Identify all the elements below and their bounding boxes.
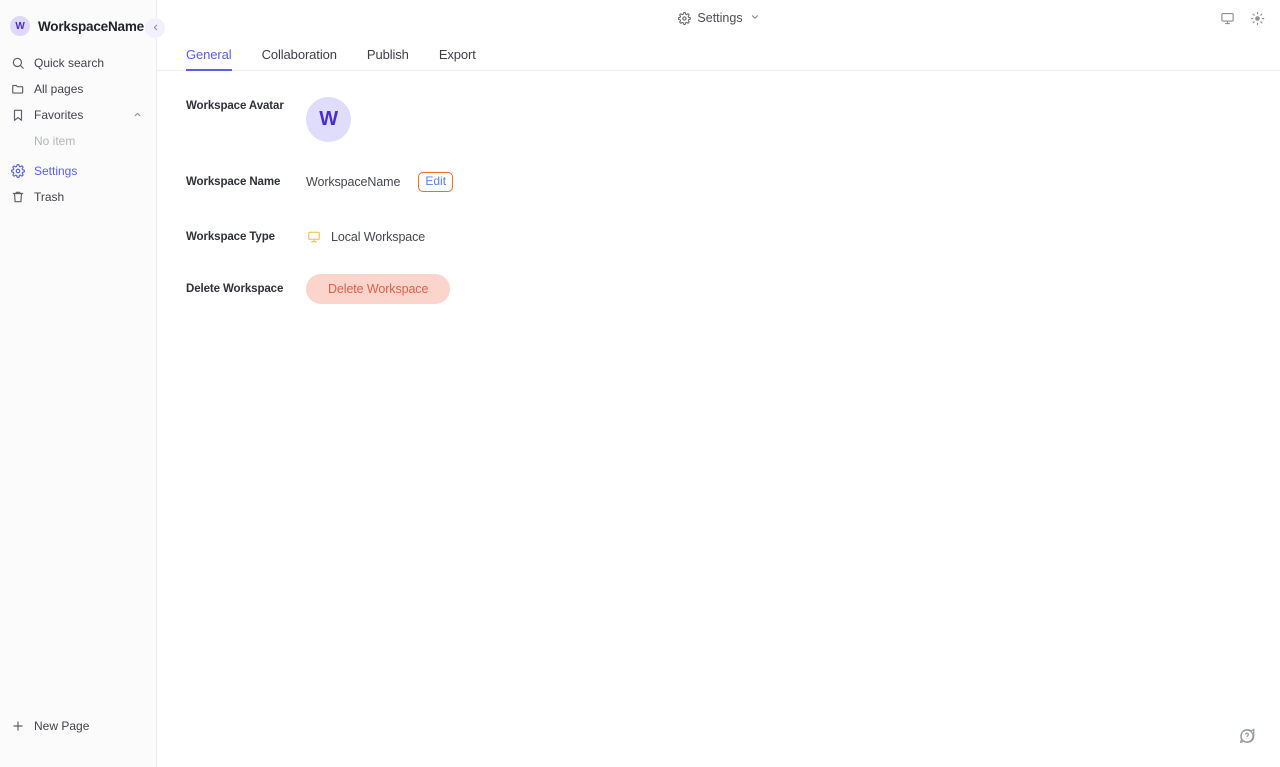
workspace-switcher[interactable]: W WorkspaceName bbox=[0, 0, 156, 48]
sidebar-nav: Quick search All pages Favorites No item bbox=[0, 48, 156, 210]
sidebar-item-quick-search[interactable]: Quick search bbox=[0, 50, 156, 76]
workspace-name-row: Workspace Name WorkspaceName Edit bbox=[157, 168, 1280, 196]
sidebar-collapse-button[interactable] bbox=[145, 18, 165, 38]
sidebar-item-label: Settings bbox=[34, 164, 78, 178]
workspace-type-text: Local Workspace bbox=[331, 230, 426, 244]
help-bubble-icon bbox=[1238, 727, 1256, 750]
app-root: W WorkspaceName Quick search All pages F… bbox=[0, 0, 1280, 767]
favorites-empty-state: No item bbox=[34, 134, 76, 148]
tab-publish[interactable]: Publish bbox=[367, 47, 409, 70]
tab-collaboration[interactable]: Collaboration bbox=[262, 47, 337, 70]
sidebar: W WorkspaceName Quick search All pages F… bbox=[0, 0, 165, 767]
sidebar-item-favorites[interactable]: Favorites bbox=[0, 102, 156, 128]
sidebar-item-label: All pages bbox=[34, 82, 84, 96]
topbar-actions bbox=[1218, 9, 1266, 27]
sidebar-item-trash[interactable]: Trash bbox=[0, 184, 156, 210]
gear-icon bbox=[677, 11, 691, 25]
workspace-type-row: Workspace Type Local Workspace bbox=[157, 223, 1280, 251]
folder-icon bbox=[10, 82, 25, 97]
sidebar-item-label: Trash bbox=[34, 190, 65, 204]
display-icon[interactable] bbox=[1218, 9, 1236, 27]
sidebar-item-label: Favorites bbox=[34, 108, 84, 122]
gear-icon bbox=[10, 164, 25, 179]
sidebar-footer: New Page bbox=[0, 713, 156, 767]
workspace-avatar-row: Workspace Avatar W bbox=[157, 97, 1280, 142]
workspace-avatar-value: W bbox=[306, 97, 351, 142]
workspace-avatar-small: W bbox=[10, 16, 30, 36]
main-content: Settings General Collaboration Publish E… bbox=[157, 0, 1280, 767]
general-settings-panel: Workspace Avatar W Workspace Name Worksp… bbox=[157, 71, 1280, 304]
brightness-icon[interactable] bbox=[1248, 9, 1266, 27]
delete-workspace-row: Delete Workspace Delete Workspace bbox=[157, 274, 1280, 304]
search-icon bbox=[10, 56, 25, 71]
topbar: Settings bbox=[157, 0, 1280, 36]
monitor-icon bbox=[306, 229, 322, 245]
sidebar-item-all-pages[interactable]: All pages bbox=[0, 76, 156, 102]
workspace-type-label: Workspace Type bbox=[186, 231, 275, 243]
workspace-avatar-large[interactable]: W bbox=[306, 97, 351, 142]
edit-workspace-name-button[interactable]: Edit bbox=[418, 171, 454, 193]
chevron-up-icon[interactable] bbox=[133, 110, 142, 121]
delete-workspace-button[interactable]: Delete Workspace bbox=[306, 274, 451, 304]
chevron-down-icon[interactable] bbox=[750, 12, 760, 24]
trash-icon bbox=[10, 190, 25, 205]
help-button[interactable] bbox=[1236, 727, 1258, 749]
tab-general[interactable]: General bbox=[186, 47, 232, 71]
breadcrumb-label: Settings bbox=[697, 11, 743, 25]
settings-tabs: General Collaboration Publish Export bbox=[157, 36, 1280, 71]
new-page-button[interactable]: New Page bbox=[10, 713, 146, 739]
sidebar-item-label: Quick search bbox=[34, 56, 105, 70]
new-page-label: New Page bbox=[34, 719, 90, 733]
sidebar-item-settings[interactable]: Settings bbox=[0, 158, 156, 184]
workspace-name-text: WorkspaceName bbox=[306, 174, 401, 189]
workspace-name-label: Workspace Name bbox=[186, 176, 281, 188]
bookmark-icon bbox=[10, 108, 25, 123]
chevron-left-icon bbox=[151, 23, 160, 34]
tab-export[interactable]: Export bbox=[439, 47, 476, 70]
workspace-name-label: WorkspaceName bbox=[38, 18, 144, 34]
breadcrumb[interactable]: Settings bbox=[677, 11, 759, 25]
workspace-type-value: Local Workspace bbox=[306, 229, 425, 245]
delete-workspace-label: Delete Workspace bbox=[186, 283, 284, 295]
delete-workspace-value: Delete Workspace bbox=[306, 274, 451, 304]
workspace-avatar-label: Workspace Avatar bbox=[186, 100, 284, 112]
plus-icon bbox=[10, 719, 25, 734]
workspace-name-value: WorkspaceName Edit bbox=[306, 171, 454, 193]
